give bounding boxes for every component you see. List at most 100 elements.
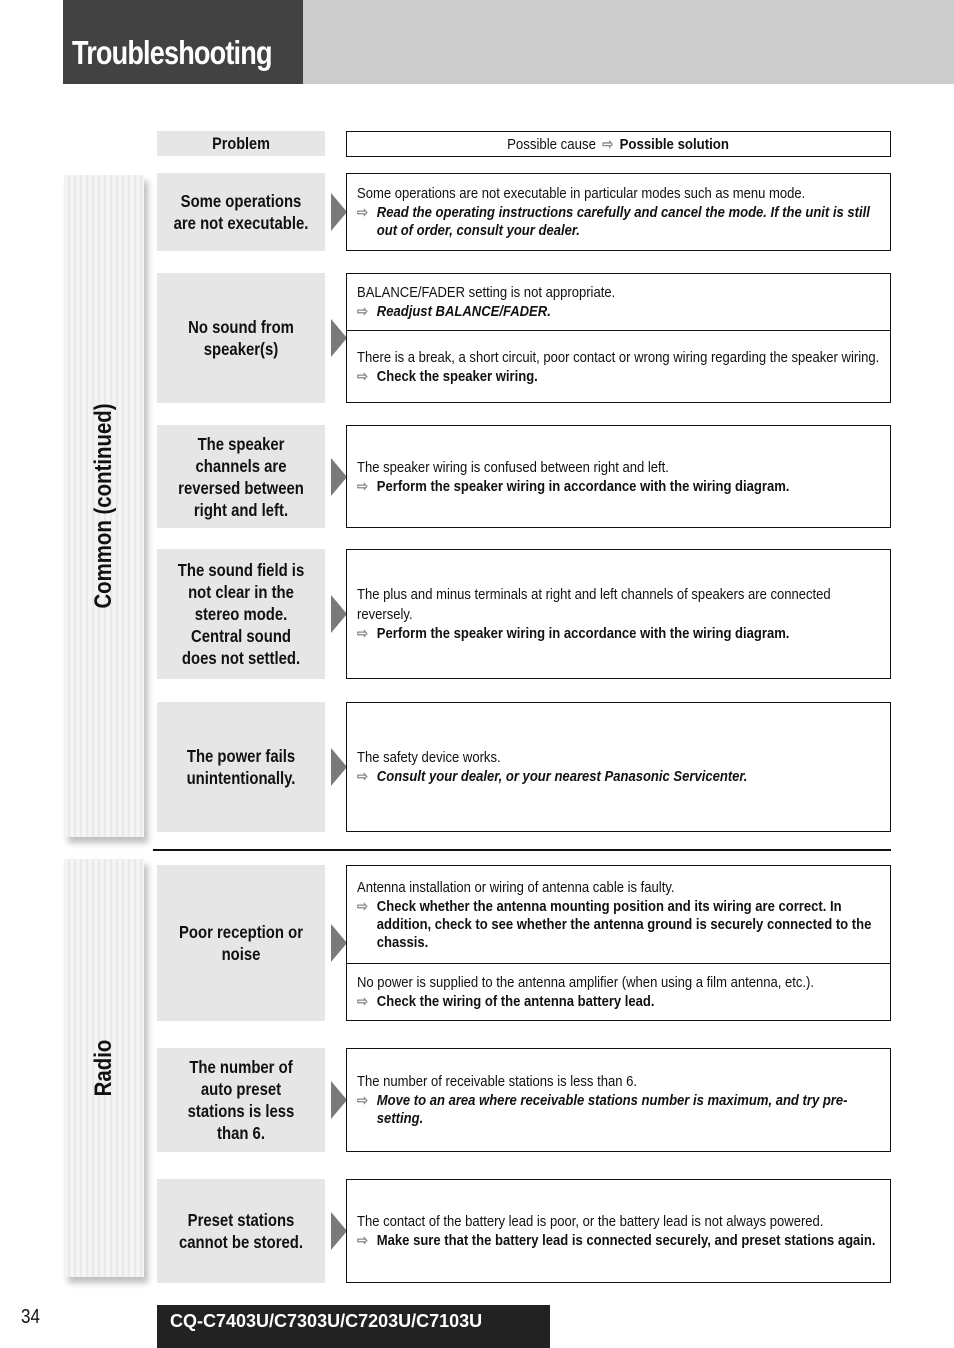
section-tab-radio: Radio	[64, 859, 144, 1277]
header-band: Troubleshooting	[0, 0, 954, 84]
cause-solution-cell: The plus and minus terminals at right an…	[346, 549, 891, 679]
cause-solution-cell: Antenna installation or wiring of antenn…	[346, 865, 891, 1021]
solution-text: Make sure that the battery lead is conne…	[376, 1233, 876, 1249]
arrow-right-icon: ⇨	[602, 136, 614, 153]
problem-cell: The sound field is not clear in the ster…	[157, 549, 325, 679]
problem-cell: No sound from speaker(s)	[157, 273, 325, 403]
solution: ⇨ Readjust BALANCE/FADER.	[357, 303, 879, 321]
solution-text: Check the speaker wiring.	[376, 368, 538, 385]
arrow-right-icon: ⇨	[357, 205, 368, 221]
column-header-solution: Possible solution	[620, 136, 730, 153]
pointer-arrow-icon	[331, 595, 347, 633]
pointer-arrow-icon	[331, 457, 347, 496]
solution: ⇨ Read the operating instructions careful…	[357, 204, 879, 240]
problem-text: The speaker channels are reversed betwee…	[178, 433, 304, 520]
cause-solution-cell: BALANCE/FADER setting is not appropriate…	[346, 273, 891, 403]
model-number: CQ-C7403U/C7303U/C7203U/C7103U	[170, 1311, 483, 1331]
pointer-arrow-icon	[331, 1081, 347, 1119]
cause-entry: The plus and minus terminals at right an…	[347, 550, 890, 678]
cause-entry: Antenna installation or wiring of antenn…	[347, 866, 890, 963]
solution: ⇨ Perform the speaker wiring in accordanc…	[357, 625, 879, 643]
cause-entry: The contact of the battery lead is poor,…	[347, 1180, 890, 1282]
problem-text: Poor reception or noise	[179, 922, 303, 964]
cause-solution-cell: The contact of the battery lead is poor,…	[346, 1179, 891, 1283]
cause-entry: BALANCE/FADER setting is not appropriate…	[347, 274, 890, 330]
arrow-right-icon: ⇨	[357, 626, 368, 642]
section-label-common: Common (continued)	[90, 403, 117, 609]
problem-cell: Poor reception or noise	[157, 865, 325, 1021]
problem-text: Some operations are not executable.	[173, 191, 309, 233]
section-label-radio: Radio	[90, 1039, 117, 1097]
cause-text: The safety device works.	[357, 750, 501, 766]
model-number-bar: CQ-C7403U/C7303U/C7203U/C7103U	[157, 1305, 550, 1348]
pointer-arrow-icon	[331, 924, 347, 962]
solution-text: Readjust BALANCE/FADER.	[376, 304, 551, 320]
solution-text: Perform the speaker wiring in accordance…	[376, 478, 790, 495]
page-title: Troubleshooting	[72, 34, 272, 71]
pointer-arrow-icon	[331, 748, 347, 786]
arrow-right-icon: ⇨	[357, 898, 368, 915]
problem-text: The sound field is not clear in the ster…	[177, 560, 305, 668]
pointer-arrow-icon	[331, 1212, 347, 1250]
problem-cell: The speaker channels are reversed betwee…	[157, 425, 325, 528]
column-header-problem-label: Problem	[212, 133, 270, 153]
page-number: 34	[21, 1306, 40, 1328]
cause-solution-cell: The speaker wiring is confused between r…	[346, 425, 891, 528]
arrow-right-icon: ⇨	[357, 994, 368, 1010]
column-header-cause-solution: Possible cause ⇨ Possible solution	[346, 131, 891, 157]
arrow-right-icon: ⇨	[357, 1233, 368, 1249]
cause-text: The plus and minus terminals at right an…	[357, 587, 831, 623]
cause-text: No power is supplied to the antenna ampl…	[357, 975, 815, 991]
problem-text: No sound from speaker(s)	[188, 317, 294, 359]
cause-entry: There is a break, a short circuit, poor …	[347, 330, 890, 402]
solution: ⇨ Make sure that the battery lead is conn…	[357, 1232, 879, 1250]
problem-text: The power fails unintentionally.	[186, 746, 296, 788]
column-header-problem: Problem	[157, 131, 325, 156]
cause-solution-cell: The number of receivable stations is les…	[346, 1048, 891, 1152]
header-light-bar	[303, 0, 954, 84]
solution: ⇨ Perform the speaker wiring in accordanc…	[357, 478, 879, 496]
cause-entry: The speaker wiring is confused between r…	[347, 426, 890, 527]
solution-text: Read the operating instructions carefull…	[376, 205, 870, 239]
cause-entry: The safety device works. ⇨ Consult your de…	[347, 703, 890, 831]
cause-text: The contact of the battery lead is poor,…	[357, 1214, 824, 1230]
solution-text: Consult your dealer, or your nearest Pan…	[376, 769, 748, 785]
arrow-right-icon: ⇨	[357, 368, 368, 385]
solution: ⇨ Check the speaker wiring.	[357, 368, 879, 386]
section-divider	[153, 849, 891, 851]
solution: ⇨ Check whether the antenna mounting posi…	[357, 898, 879, 952]
cause-solution-cell: The safety device works. ⇨ Consult your de…	[346, 702, 891, 832]
column-header-cause: Possible cause	[507, 136, 597, 153]
cause-text: The speaker wiring is confused between r…	[357, 459, 669, 476]
cause-entry: Some operations are not executable in pa…	[347, 174, 890, 250]
solution: ⇨ Move to an area where receivable statio…	[357, 1092, 879, 1128]
problem-text: Preset stations cannot be stored.	[179, 1210, 303, 1252]
problem-cell: Preset stations cannot be stored.	[157, 1179, 325, 1283]
cause-text: The number of receivable stations is les…	[357, 1074, 637, 1090]
solution-text: Move to an area where receivable station…	[376, 1093, 848, 1127]
arrow-right-icon: ⇨	[357, 1093, 368, 1109]
solution-text: Check whether the antenna mounting posit…	[376, 898, 872, 951]
problem-cell: The number of auto preset stations is le…	[157, 1048, 325, 1152]
arrow-right-icon: ⇨	[357, 769, 368, 785]
arrow-right-icon: ⇨	[357, 304, 368, 320]
cause-text: Antenna installation or wiring of antenn…	[357, 879, 675, 896]
solution-text: Perform the speaker wiring in accordance…	[376, 626, 790, 642]
column-header-cause-solution-label: Possible cause ⇨ Possible solution	[508, 135, 730, 153]
problem-cell: The power fails unintentionally.	[157, 702, 325, 832]
pointer-arrow-icon	[331, 319, 347, 357]
cause-entry: The number of receivable stations is les…	[347, 1049, 890, 1151]
solution: ⇨ Consult your dealer, or your nearest Pa…	[357, 768, 879, 786]
problem-cell: Some operations are not executable.	[157, 173, 325, 251]
problem-text: The number of auto preset stations is le…	[187, 1057, 295, 1143]
section-tab-common: Common (continued)	[64, 175, 144, 837]
cause-entry: No power is supplied to the antenna ampl…	[347, 963, 890, 1020]
solution-text: Check the wiring of the antenna battery …	[376, 994, 655, 1010]
cause-text: BALANCE/FADER setting is not appropriate…	[357, 285, 616, 301]
solution: ⇨ Check the wiring of the antenna battery…	[357, 993, 879, 1011]
cause-text: Some operations are not executable in pa…	[357, 186, 806, 202]
arrow-right-icon: ⇨	[357, 478, 368, 495]
cause-text: There is a break, a short circuit, poor …	[357, 349, 880, 366]
cause-solution-cell: Some operations are not executable in pa…	[346, 173, 891, 251]
pointer-arrow-icon	[331, 193, 347, 231]
